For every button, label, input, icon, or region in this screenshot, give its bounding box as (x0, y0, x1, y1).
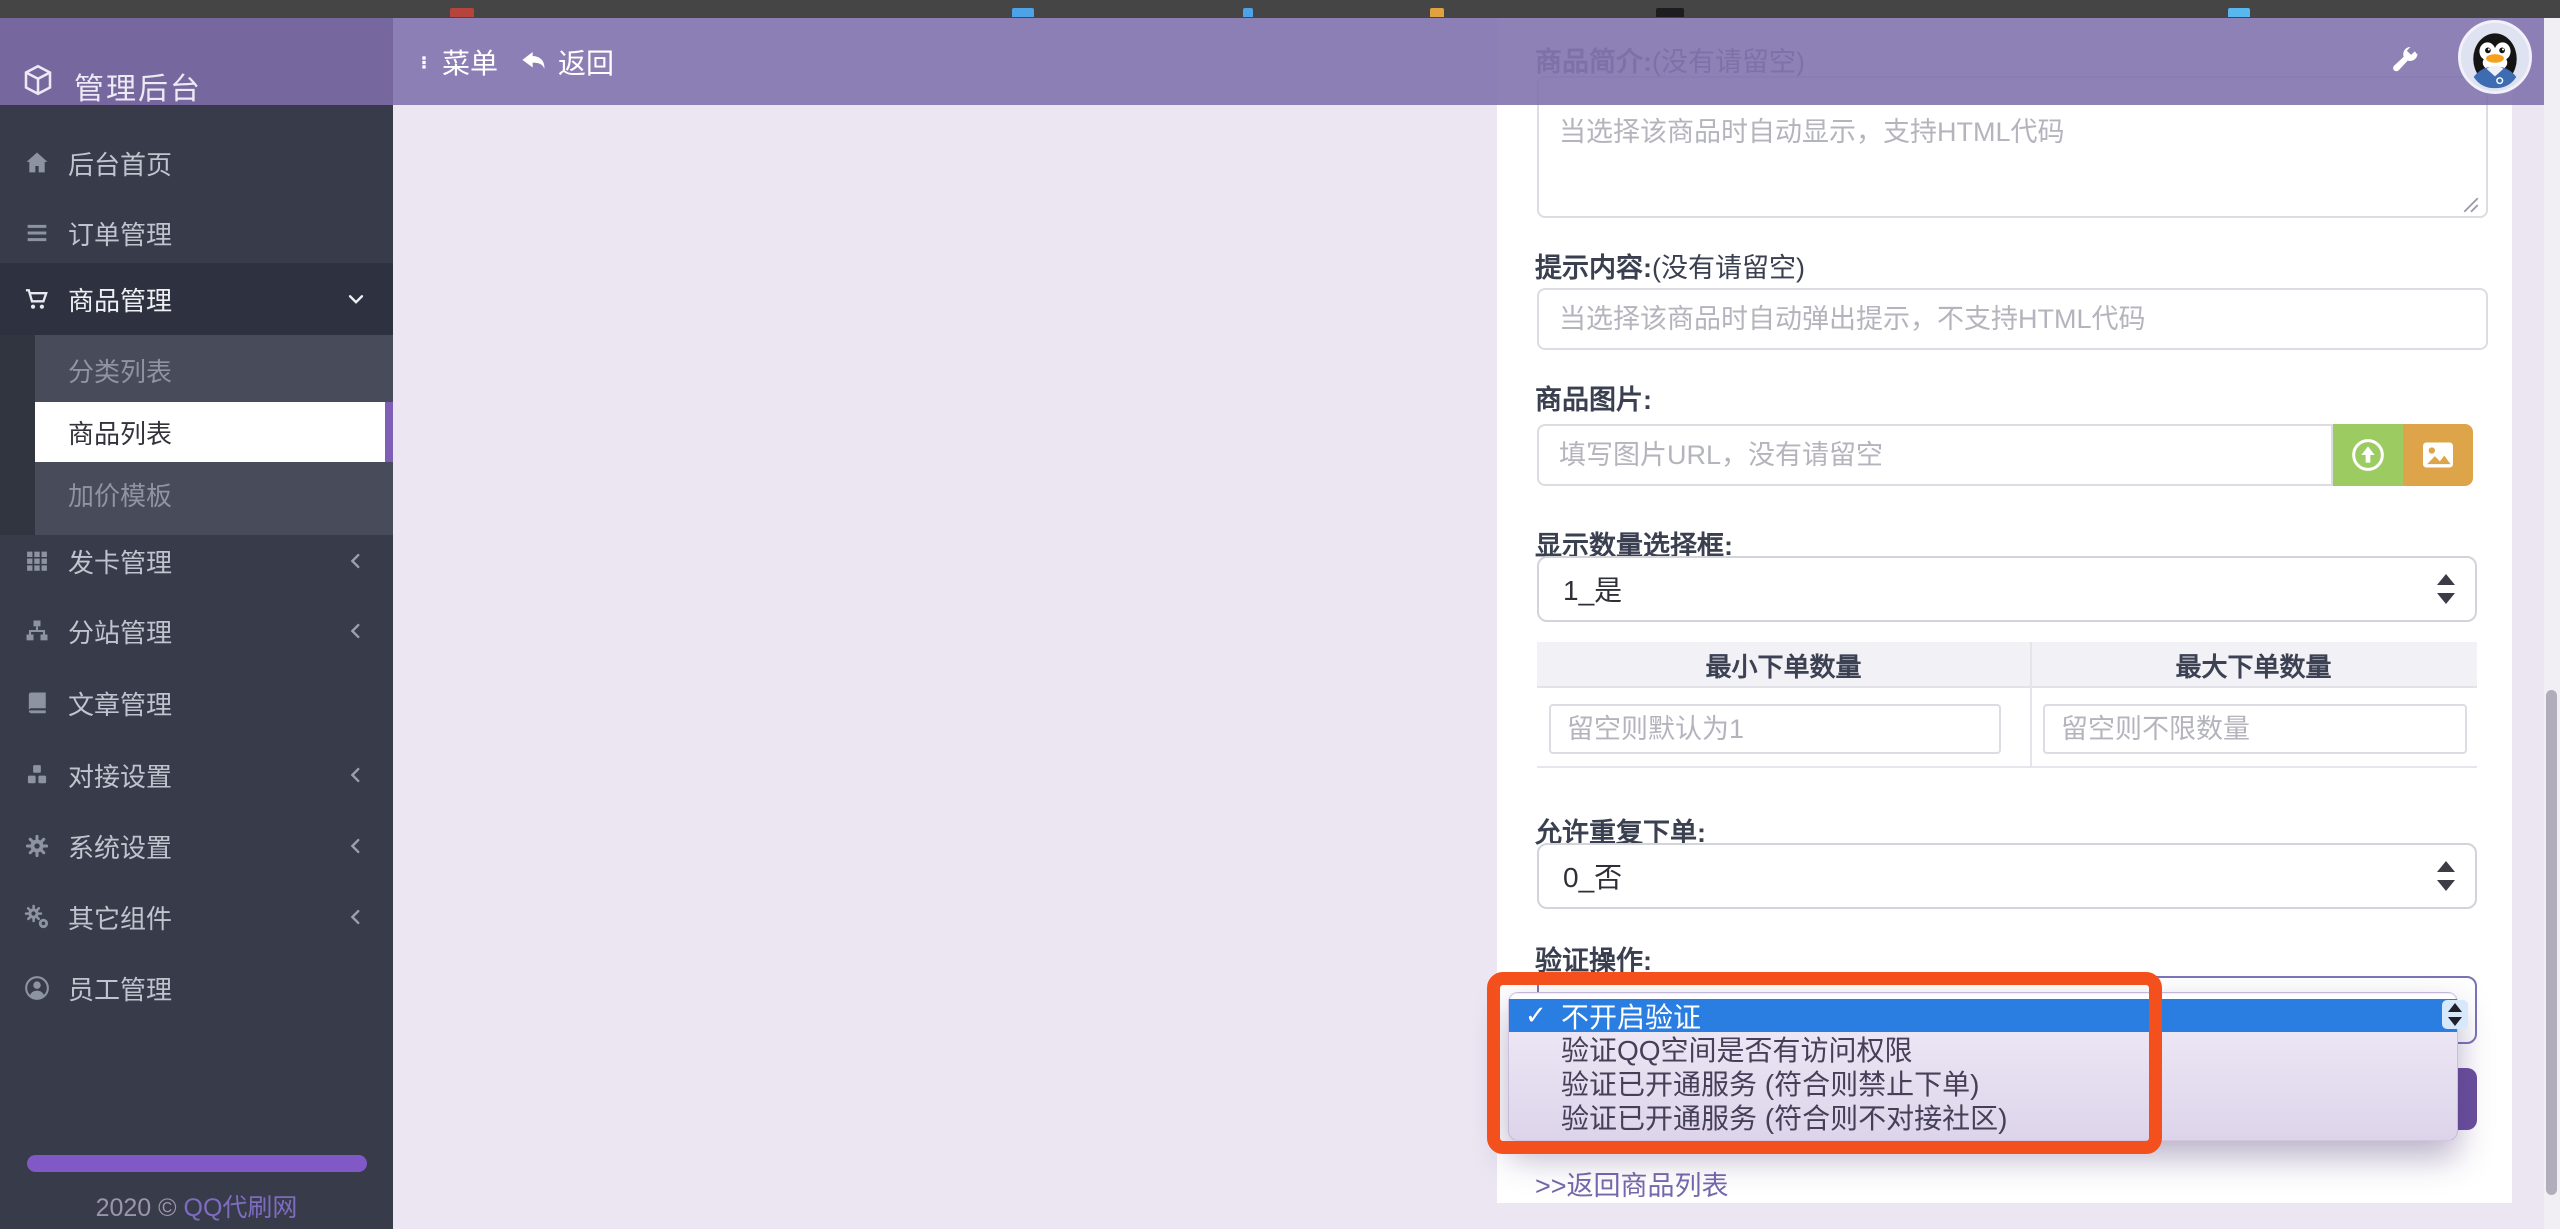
tip-input[interactable] (1537, 288, 2488, 350)
book-icon (23, 689, 51, 717)
repeat-select[interactable]: 0_否 (1537, 843, 2477, 909)
image-url-input[interactable] (1537, 424, 2333, 486)
avatar[interactable] (2458, 20, 2532, 94)
site-link[interactable]: QQ代刷网 (184, 1194, 298, 1222)
copyright-text: 2020 © (96, 1194, 184, 1222)
products-submenu: 分类列表 商品列表 加价模板 (0, 335, 393, 535)
sidebar-item-substation[interactable]: 分站管理 (0, 595, 393, 667)
chevron-left-icon (345, 906, 367, 928)
upload-circle-arrow-icon (2348, 435, 2388, 475)
grid-icon (23, 547, 51, 575)
table-divider (2030, 642, 2032, 768)
submenu-indent-band (0, 335, 35, 535)
sidebar-item-category-list[interactable]: 分类列表 (35, 340, 393, 400)
sidebar-item-label: 对接设置 (68, 757, 172, 794)
annotation-rectangle (1487, 972, 2162, 1154)
back-button[interactable]: 返回 (516, 18, 614, 105)
submenu-item-label: 商品列表 (68, 414, 172, 451)
chevron-left-icon (345, 620, 367, 642)
page-root: 商品简介:(没有请留空) 提示内容:(没有请留空) 商品图片: 显示数量选择框:… (0, 0, 2560, 1229)
qty-select-value: 1_是 (1563, 569, 1622, 609)
tab-favicon-fragment (1430, 8, 1444, 17)
sidebar-item-label: 其它组件 (68, 899, 172, 936)
sidebar-header: 管理后台 (0, 18, 393, 105)
sitemap-icon (23, 617, 51, 645)
os-top-strip (0, 0, 2560, 18)
max-qty-input[interactable] (2043, 704, 2467, 754)
select-stepper-icon (2437, 861, 2455, 891)
sidebar-item-label: 员工管理 (68, 970, 172, 1007)
vertical-dots-icon (416, 46, 432, 78)
min-qty-header: 最小下单数量 (1537, 642, 2030, 688)
tip-label: 提示内容:(没有请留空) (1535, 246, 1805, 285)
back-button-label: 返回 (558, 42, 614, 82)
max-qty-header: 最大下单数量 (2030, 642, 2477, 688)
upload-button[interactable] (2333, 424, 2403, 486)
verify-select-stepper-icon (2442, 1000, 2468, 1029)
image-label: 商品图片: (1535, 378, 1652, 417)
scrollbar-thumb[interactable] (2546, 690, 2557, 1195)
sidebar-item-label: 文章管理 (68, 685, 172, 722)
sidebar-scrollbar[interactable] (27, 1155, 367, 1172)
sidebar: 后台首页 订单管理 商品管理 分类列表 商品列表 加价模板 发卡管理 分站管理 (0, 105, 393, 1229)
sidebar-item-label: 系统设置 (68, 828, 172, 865)
qq-penguin-icon (2461, 23, 2529, 91)
user-icon (23, 974, 51, 1002)
select-stepper-icon (2437, 574, 2455, 604)
list-icon (23, 219, 51, 247)
tab-favicon-fragment (1656, 8, 1684, 17)
gear-icon (23, 832, 51, 860)
image-picker-button[interactable] (2403, 424, 2473, 486)
return-arrow-icon (516, 46, 548, 78)
cube-logo-icon (20, 62, 56, 98)
qty-select[interactable]: 1_是 (1537, 556, 2477, 622)
chevron-down-icon (345, 288, 367, 310)
sidebar-item-home[interactable]: 后台首页 (0, 127, 393, 199)
sidebar-item-docking-settings[interactable]: 对接设置 (0, 739, 393, 811)
tip-label-strong: 提示内容: (1535, 253, 1652, 283)
tab-favicon-fragment (2228, 8, 2250, 17)
repeat-select-value: 0_否 (1563, 856, 1622, 896)
cubes-icon (23, 761, 51, 789)
menu-button-label: 菜单 (442, 42, 498, 82)
sidebar-item-label: 订单管理 (68, 215, 172, 252)
tip-label-rest: (没有请留空) (1652, 253, 1805, 283)
resize-handle-icon[interactable] (2462, 196, 2480, 214)
submenu-item-label: 分类列表 (68, 352, 172, 389)
page-scrollbar (2544, 18, 2560, 1229)
sidebar-item-product-list[interactable]: 商品列表 (35, 402, 393, 462)
sidebar-item-label: 后台首页 (68, 145, 172, 182)
sidebar-item-label: 分站管理 (68, 613, 172, 650)
tab-favicon-fragment (1243, 8, 1253, 17)
sidebar-item-label: 发卡管理 (68, 543, 172, 580)
sidebar-item-card-management[interactable]: 发卡管理 (0, 525, 393, 597)
chevron-left-icon (345, 550, 367, 572)
cart-icon (23, 285, 51, 313)
chevron-left-icon (345, 764, 367, 786)
app-title: 管理后台 (74, 64, 202, 108)
tab-favicon-fragment (450, 8, 474, 17)
image-icon (2418, 435, 2458, 475)
min-qty-input[interactable] (1549, 704, 2001, 754)
tab-favicon-fragment (1012, 8, 1034, 17)
sidebar-item-articles[interactable]: 文章管理 (0, 667, 393, 739)
sidebar-item-staff[interactable]: 员工管理 (0, 952, 393, 1024)
sidebar-item-other-components[interactable]: 其它组件 (0, 881, 393, 953)
home-icon (23, 149, 51, 177)
submenu-item-label: 加价模板 (68, 476, 172, 513)
menu-button[interactable]: 菜单 (416, 18, 498, 105)
sidebar-item-markup-template[interactable]: 加价模板 (35, 464, 393, 524)
sidebar-item-label: 商品管理 (68, 281, 172, 318)
gears-icon (23, 903, 51, 931)
chevron-left-icon (345, 835, 367, 857)
wrench-icon[interactable] (2388, 44, 2422, 78)
sidebar-item-system-settings[interactable]: 系统设置 (0, 810, 393, 882)
sidebar-item-products[interactable]: 商品管理 (0, 263, 393, 335)
sidebar-item-orders[interactable]: 订单管理 (0, 197, 393, 269)
sidebar-footer: 2020 © QQ代刷网 (0, 1188, 393, 1224)
back-to-product-list-link[interactable]: >>返回商品列表 (1535, 1164, 1729, 1203)
